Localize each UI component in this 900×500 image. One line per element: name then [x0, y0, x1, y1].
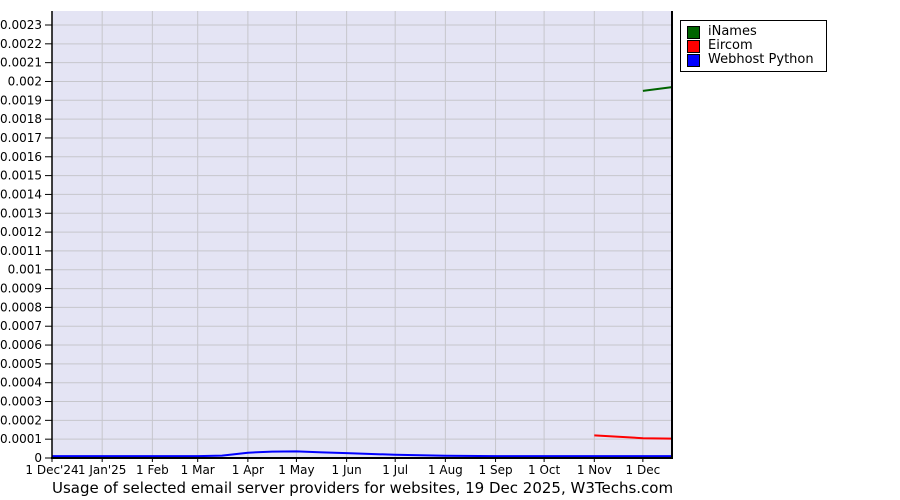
chart-title: Usage of selected email server providers… — [52, 479, 672, 497]
y-tick-label: 0.001 — [8, 263, 42, 277]
legend: iNamesEircomWebhost Python — [680, 20, 827, 72]
y-tick-label: 0.0011 — [0, 244, 42, 258]
legend-label: Webhost Python — [708, 53, 814, 67]
y-tick-label: 0.0016 — [0, 150, 42, 164]
y-tick-label: 0.0018 — [0, 112, 42, 126]
y-tick-label: 0.0012 — [0, 225, 42, 239]
y-tick-label: 0.0019 — [0, 93, 42, 107]
y-tick-label: 0.0009 — [0, 282, 42, 296]
y-tick-label: 0.0002 — [0, 413, 42, 427]
legend-item-inames: iNames — [687, 25, 814, 39]
y-tick-label: 0.0001 — [0, 432, 42, 446]
plot-svg: 00.00010.00020.00030.00040.00050.00060.0… — [0, 0, 900, 500]
x-tick-label: 1 Feb — [136, 463, 169, 477]
legend-swatch-icon — [687, 26, 700, 39]
x-tick-label: 1 Jul — [382, 463, 408, 477]
y-tick-label: 0.0008 — [0, 300, 42, 314]
y-tick-label: 0.0017 — [0, 131, 42, 145]
y-tick-label: 0.0014 — [0, 187, 42, 201]
legend-label: iNames — [708, 25, 757, 39]
legend-swatch-icon — [687, 54, 700, 67]
y-tick-label: 0.0023 — [0, 18, 42, 32]
x-tick-label: 1 Jan'25 — [78, 463, 127, 477]
x-tick-label: 1 Nov — [577, 463, 612, 477]
x-tick-label: 1 May — [278, 463, 314, 477]
x-tick-label: 1 Jun — [332, 463, 362, 477]
y-tick-label: 0.0004 — [0, 376, 42, 390]
y-tick-label: 0.002 — [8, 74, 42, 88]
x-tick-label: 1 Sep — [479, 463, 513, 477]
x-tick-label: 1 Dec'24 — [25, 463, 78, 477]
x-tick-label: 1 Mar — [181, 463, 215, 477]
y-tick-label: 0.0003 — [0, 395, 42, 409]
legend-label: Eircom — [708, 39, 753, 53]
y-tick-label: 0.0006 — [0, 338, 42, 352]
legend-swatch-icon — [687, 40, 700, 53]
y-tick-label: 0.0005 — [0, 357, 42, 371]
legend-item-eircom: Eircom — [687, 39, 814, 53]
y-tick-label: 0.0013 — [0, 206, 42, 220]
x-tick-label: 1 Dec — [626, 463, 661, 477]
x-tick-label: 1 Oct — [528, 463, 560, 477]
plot-area — [52, 11, 672, 458]
y-tick-label: 0.0015 — [0, 169, 42, 183]
x-tick-label: 1 Apr — [232, 463, 264, 477]
y-tick-label: 0.0021 — [0, 56, 42, 70]
legend-item-webhost-python: Webhost Python — [687, 53, 814, 67]
x-tick-label: 1 Aug — [428, 463, 463, 477]
y-tick-label: 0.0022 — [0, 37, 42, 51]
y-tick-label: 0.0007 — [0, 319, 42, 333]
chart-figure: 00.00010.00020.00030.00040.00050.00060.0… — [0, 0, 900, 500]
